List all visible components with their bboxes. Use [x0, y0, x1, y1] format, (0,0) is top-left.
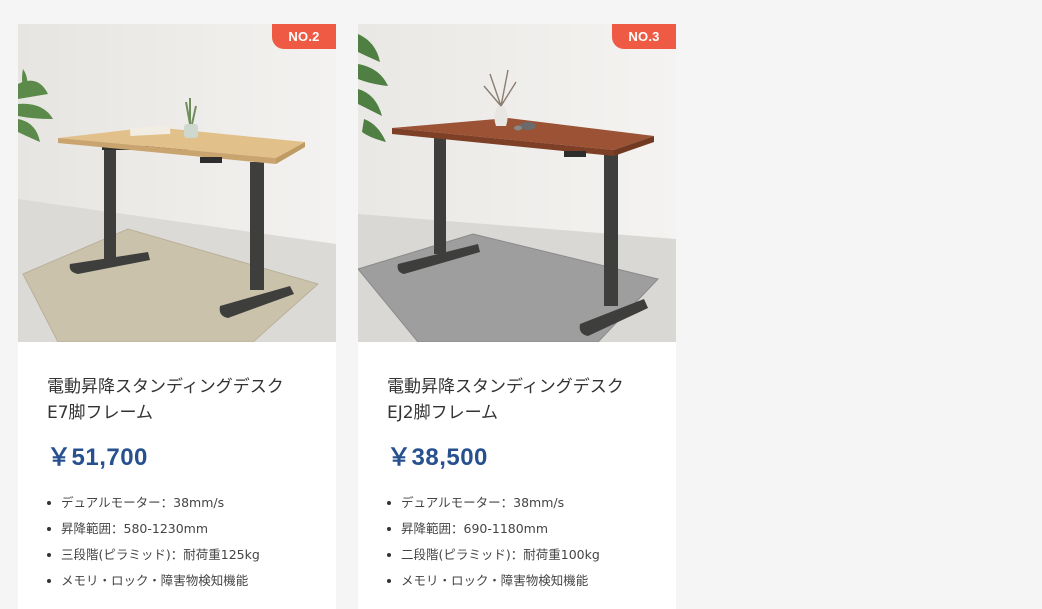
bullet-icon [387, 553, 391, 557]
spec-item: デュアルモーター：38mm/s [387, 490, 676, 516]
product-price: ￥38,500 [387, 444, 488, 471]
product-info: 電動昇降スタンディングデスク E7脚フレーム ￥51,700 デュアルモーター：… [18, 342, 336, 594]
bullet-icon [387, 579, 391, 583]
spec-text: 昇降範囲：580-1230mm [61, 521, 209, 536]
spec-text: 二段階(ピラミッド)：耐荷重100kg [401, 547, 600, 562]
product-card[interactable]: NO.3 電動昇降スタンディングデスク EJ2脚フレーム ￥38,500 デュア… [358, 24, 676, 609]
spec-text: デュアルモーター：38mm/s [61, 495, 225, 510]
spec-item: 昇降範囲：580-1230mm [47, 516, 336, 542]
product-price: ￥51,700 [47, 444, 148, 471]
product-title[interactable]: 電動昇降スタンディングデスク EJ2脚フレーム [387, 374, 676, 426]
bullet-icon [47, 579, 51, 583]
spec-item: 二段階(ピラミッド)：耐荷重100kg [387, 542, 676, 568]
product-image[interactable]: NO.3 [358, 24, 676, 342]
product-grid: NO.2 電動昇降スタンディングデスク E7脚フレーム ￥51,700 デュアル… [0, 0, 1042, 609]
product-title-line1: 電動昇降スタンディングデスク [387, 377, 624, 397]
spec-item: 三段階(ピラミッド)：耐荷重125kg [47, 542, 336, 568]
product-title-line1: 電動昇降スタンディングデスク [47, 377, 284, 397]
bullet-icon [387, 501, 391, 505]
spec-item: 昇降範囲：690-1180mm [387, 516, 676, 542]
spec-text: 昇降範囲：690-1180mm [401, 521, 549, 536]
standing-desk-illustration [358, 24, 676, 342]
rank-badge: NO.3 [612, 24, 676, 49]
bullet-icon [47, 501, 51, 505]
product-info: 電動昇降スタンディングデスク EJ2脚フレーム ￥38,500 デュアルモーター… [358, 342, 676, 594]
spec-text: デュアルモーター：38mm/s [401, 495, 565, 510]
product-title-line2: EJ2脚フレーム [387, 403, 499, 423]
bullet-icon [47, 527, 51, 531]
spec-text: メモリ・ロック・障害物検知機能 [61, 573, 249, 588]
bullet-icon [387, 527, 391, 531]
product-card[interactable]: NO.2 電動昇降スタンディングデスク E7脚フレーム ￥51,700 デュアル… [18, 24, 336, 609]
spec-item: メモリ・ロック・障害物検知機能 [47, 568, 336, 594]
spec-text: 三段階(ピラミッド)：耐荷重125kg [61, 547, 260, 562]
spec-item: メモリ・ロック・障害物検知機能 [387, 568, 676, 594]
product-title-line2: E7脚フレーム [47, 403, 154, 423]
spec-item: デュアルモーター：38mm/s [47, 490, 336, 516]
bullet-icon [47, 553, 51, 557]
spec-list: デュアルモーター：38mm/s 昇降範囲：690-1180mm 二段階(ピラミッ… [387, 490, 676, 594]
spec-text: メモリ・ロック・障害物検知機能 [401, 573, 589, 588]
standing-desk-illustration [18, 24, 336, 342]
rank-badge: NO.2 [272, 24, 336, 49]
product-title[interactable]: 電動昇降スタンディングデスク E7脚フレーム [47, 374, 336, 426]
product-image[interactable]: NO.2 [18, 24, 336, 342]
spec-list: デュアルモーター：38mm/s 昇降範囲：580-1230mm 三段階(ピラミッ… [47, 490, 336, 594]
